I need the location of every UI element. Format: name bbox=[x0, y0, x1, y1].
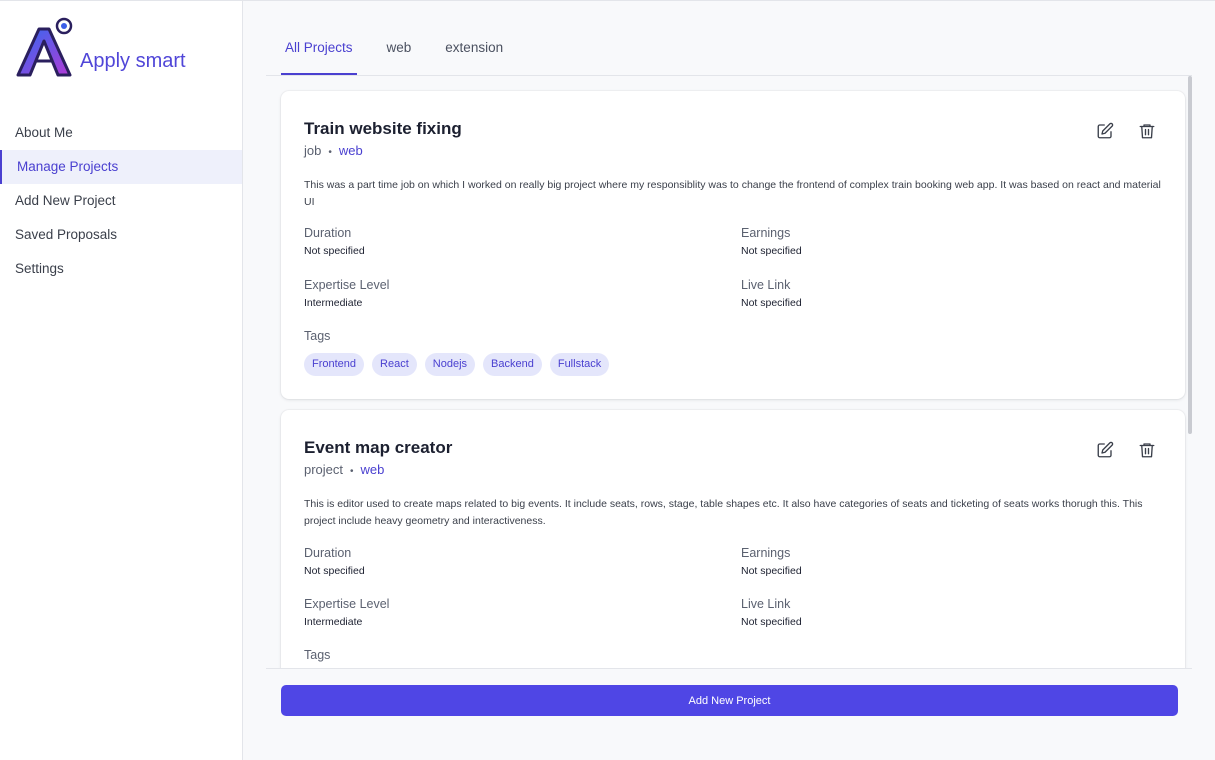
tag: Nodejs bbox=[424, 353, 476, 376]
tag-list: Frontend React Nodejs Backend Fullstack bbox=[304, 353, 610, 376]
project-category: web bbox=[338, 143, 363, 158]
separator-dot: • bbox=[328, 147, 332, 158]
live-link-label: Live Link bbox=[741, 597, 791, 611]
project-tabs: All Projects web extension bbox=[281, 29, 533, 75]
earnings-label: Earnings bbox=[741, 546, 791, 560]
card-actions bbox=[1095, 121, 1157, 141]
duration-value: Not specified bbox=[304, 565, 365, 577]
project-card: Train website fixing job • web This was … bbox=[281, 91, 1185, 399]
tags-label: Tags bbox=[304, 648, 331, 662]
project-description: This was a part time job on which I work… bbox=[304, 179, 1161, 208]
earnings-value: Not specified bbox=[741, 565, 802, 577]
tag: Frontend bbox=[304, 353, 365, 376]
earnings-value: Not specified bbox=[741, 245, 802, 257]
tab-web[interactable]: web bbox=[383, 29, 416, 75]
expertise-label: Expertise Level bbox=[304, 278, 390, 292]
delete-button[interactable] bbox=[1137, 440, 1157, 460]
sidebar-nav: About Me Manage Projects Add New Project… bbox=[0, 116, 242, 286]
earnings-field: Earnings Not specified bbox=[741, 226, 1161, 257]
project-description: This is editor used to create maps relat… bbox=[304, 498, 1143, 527]
projects-list[interactable]: Train website fixing job • web This was … bbox=[266, 76, 1192, 668]
expertise-value: Intermediate bbox=[304, 297, 363, 309]
expertise-field: Expertise Level Intermediate bbox=[304, 597, 724, 628]
live-link-value: Not specified bbox=[741, 297, 802, 309]
edit-button[interactable] bbox=[1095, 121, 1115, 141]
duration-label: Duration bbox=[304, 226, 352, 240]
delete-button[interactable] bbox=[1137, 121, 1157, 141]
expertise-field: Expertise Level Intermediate bbox=[304, 278, 724, 309]
project-meta: project • web bbox=[304, 462, 384, 477]
main-content: All Projects web extension Train website… bbox=[243, 1, 1215, 760]
duration-label: Duration bbox=[304, 546, 352, 560]
project-category: web bbox=[360, 462, 385, 477]
earnings-field: Earnings Not specified bbox=[741, 546, 1161, 577]
duration-field: Duration Not specified bbox=[304, 546, 724, 577]
project-title: Train website fixing bbox=[304, 119, 462, 138]
separator-dot: • bbox=[350, 466, 354, 477]
scrollbar[interactable] bbox=[1188, 76, 1192, 434]
duration-field: Duration Not specified bbox=[304, 226, 724, 257]
sidebar-item-add-new-project[interactable]: Add New Project bbox=[0, 184, 242, 218]
project-type: job bbox=[304, 143, 322, 158]
edit-button[interactable] bbox=[1095, 440, 1115, 460]
live-link-field: Live Link Not specified bbox=[741, 597, 1161, 628]
sidebar-item-about-me[interactable]: About Me bbox=[0, 116, 242, 150]
edit-icon bbox=[1097, 122, 1114, 139]
sidebar: Apply smart About Me Manage Projects Add… bbox=[0, 1, 243, 760]
project-title: Event map creator bbox=[304, 438, 453, 457]
duration-value: Not specified bbox=[304, 245, 365, 257]
logo-icon bbox=[16, 17, 73, 77]
tags-label: Tags bbox=[304, 329, 331, 343]
live-link-label: Live Link bbox=[741, 278, 791, 292]
card-actions bbox=[1095, 440, 1157, 460]
tag: Fullstack bbox=[549, 353, 610, 376]
live-link-field: Live Link Not specified bbox=[741, 278, 1161, 309]
live-link-value: Not specified bbox=[741, 616, 802, 628]
tag: React bbox=[372, 353, 417, 376]
project-meta: job • web bbox=[304, 143, 363, 158]
footer-divider bbox=[266, 668, 1192, 669]
expertise-label: Expertise Level bbox=[304, 597, 390, 611]
sidebar-item-saved-proposals[interactable]: Saved Proposals bbox=[0, 218, 242, 252]
app-name: Apply smart bbox=[80, 49, 186, 72]
project-card: Event map creator project • web This is … bbox=[281, 410, 1185, 668]
app-logo[interactable]: Apply smart bbox=[14, 17, 186, 79]
sidebar-item-settings[interactable]: Settings bbox=[0, 252, 242, 286]
earnings-label: Earnings bbox=[741, 226, 791, 240]
tab-extension[interactable]: extension bbox=[441, 29, 507, 75]
project-type: project bbox=[304, 462, 344, 477]
sidebar-item-manage-projects[interactable]: Manage Projects bbox=[0, 150, 242, 184]
edit-icon bbox=[1097, 441, 1114, 458]
trash-icon bbox=[1139, 443, 1155, 458]
tab-all-projects[interactable]: All Projects bbox=[281, 29, 357, 75]
trash-icon bbox=[1139, 124, 1155, 139]
tag: Backend bbox=[483, 353, 542, 376]
expertise-value: Intermediate bbox=[304, 616, 363, 628]
add-new-project-button[interactable]: Add New Project bbox=[281, 685, 1178, 716]
